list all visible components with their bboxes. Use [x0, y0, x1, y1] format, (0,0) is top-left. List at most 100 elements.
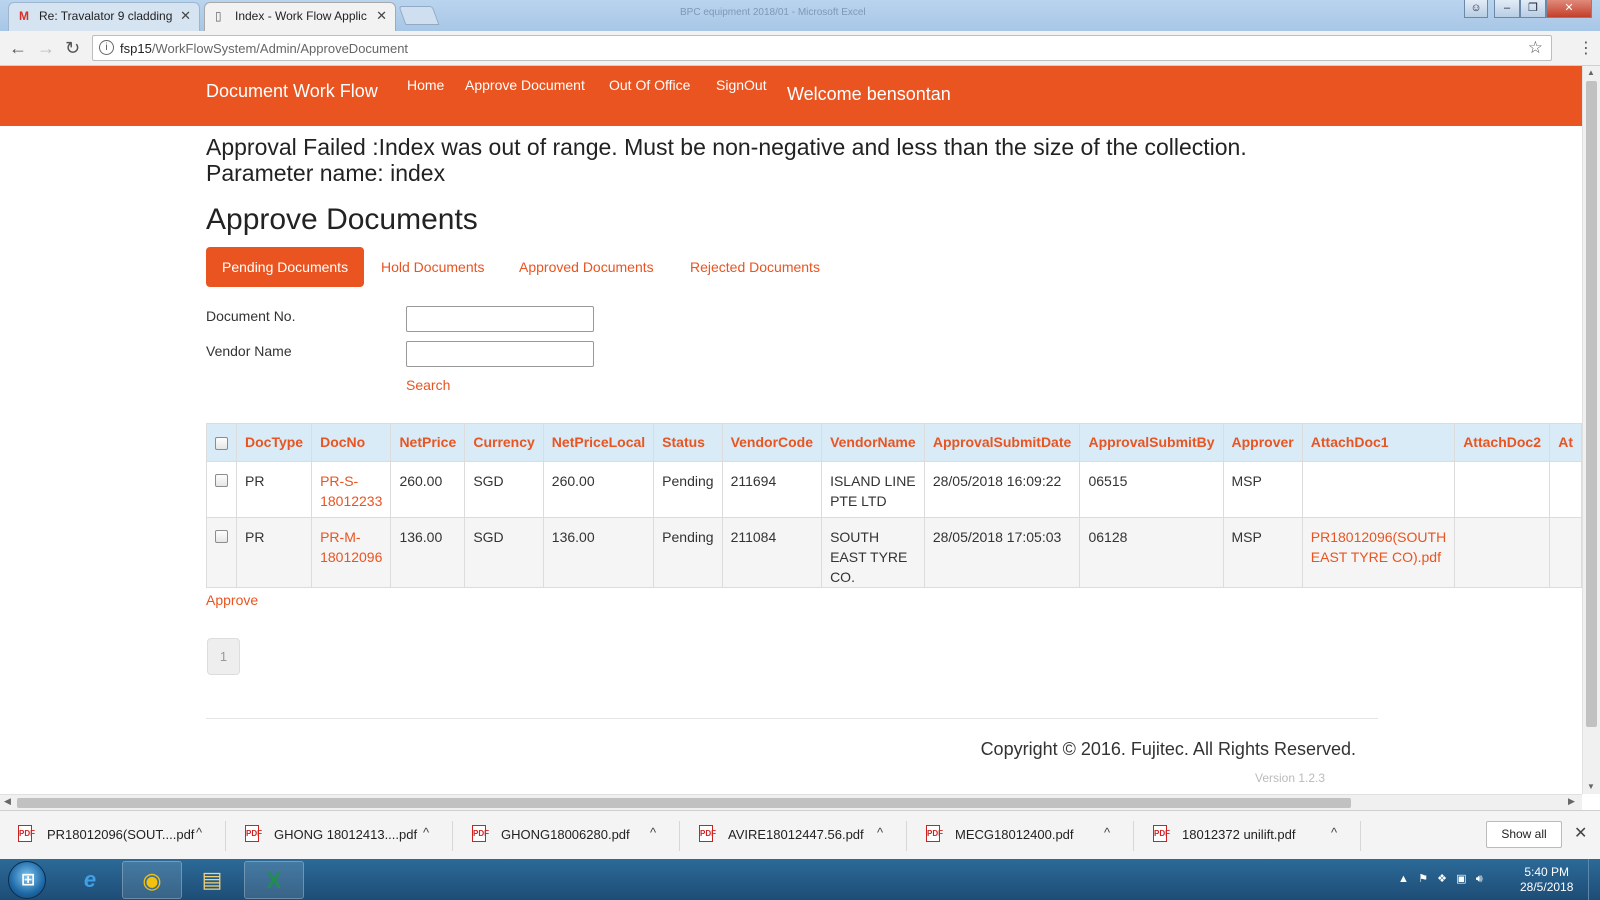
select-all-checkbox[interactable]: [215, 437, 228, 450]
vertical-scrollbar[interactable]: ▲ ▼: [1582, 66, 1600, 794]
scroll-right-icon[interactable]: ▶: [1568, 796, 1575, 807]
row-checkbox-cell: [206, 517, 237, 588]
cell-attachdoc2-link[interactable]: [1454, 517, 1551, 588]
header-docno[interactable]: DocNo: [311, 423, 392, 462]
minimize-button[interactable]: –: [1494, 0, 1520, 18]
header-attachdoc1[interactable]: AttachDoc1: [1301, 423, 1456, 462]
excel-icon[interactable]: X: [244, 861, 304, 899]
cell-vendorcode: 211694: [721, 461, 823, 518]
forward-icon[interactable]: →: [37, 38, 55, 58]
show-all-downloads-button[interactable]: Show all: [1486, 821, 1562, 848]
info-icon[interactable]: i: [99, 40, 114, 55]
header-vendorname[interactable]: VendorName: [821, 423, 925, 462]
close-icon[interactable]: ✕: [376, 8, 387, 24]
header-status[interactable]: Status: [653, 423, 723, 462]
download-shelf: PDF PR18012096(SOUT....pdf ^ PDF GHONG 1…: [0, 810, 1600, 859]
horizontal-scroll-thumb[interactable]: [17, 798, 1351, 808]
download-filename: GHONG 18012413....pdf: [274, 827, 418, 842]
tab-hold-documents[interactable]: Hold Documents: [365, 247, 501, 287]
browser-tab-workflow[interactable]: ▯ Index - Work Flow Applic ✕: [204, 2, 396, 31]
file-explorer-icon[interactable]: ▤: [182, 861, 242, 899]
vendor-name-input[interactable]: [406, 341, 594, 367]
user-icon[interactable]: ☺: [1464, 0, 1488, 18]
header-approvalsubmitdate[interactable]: ApprovalSubmitDate: [923, 423, 1081, 462]
download-filename: MECG18012400.pdf: [955, 827, 1074, 842]
nav-home[interactable]: Home: [407, 77, 444, 93]
cell-attachdoc2-link[interactable]: [1454, 461, 1551, 518]
chevron-up-icon[interactable]: ^: [877, 825, 883, 840]
pagination-page-1[interactable]: 1: [207, 638, 240, 675]
row-checkbox[interactable]: [215, 530, 228, 543]
header-netprice[interactable]: NetPrice: [390, 423, 466, 462]
chevron-up-icon[interactable]: ^: [423, 825, 429, 840]
flag-icon[interactable]: ⚑: [1418, 873, 1428, 885]
cell-docno-link[interactable]: PR-S-18012233: [311, 461, 392, 518]
scroll-down-icon[interactable]: ▼: [1587, 782, 1595, 791]
chevron-up-icon[interactable]: ^: [650, 825, 656, 840]
close-icon[interactable]: ✕: [180, 8, 191, 24]
tab-approved-documents[interactable]: Approved Documents: [503, 247, 670, 287]
internet-explorer-icon[interactable]: e: [60, 861, 120, 899]
chrome-icon[interactable]: ◉: [122, 861, 182, 899]
download-item[interactable]: PDF 18012372 unilift.pdf ^: [1135, 821, 1361, 851]
download-item[interactable]: PDF MECG18012400.pdf ^: [908, 821, 1134, 851]
header-vendorcode[interactable]: VendorCode: [721, 423, 823, 462]
new-tab-button[interactable]: [398, 6, 440, 25]
reload-icon[interactable]: ↻: [65, 38, 80, 58]
table-header-row: DocType DocNo NetPrice Currency NetPrice…: [206, 423, 1582, 462]
address-bar[interactable]: i fsp15/WorkFlowSystem/Admin/ApproveDocu…: [92, 35, 1552, 61]
nav-signout[interactable]: SignOut: [716, 77, 767, 93]
browser-toolbar: ← → ↻ i fsp15/WorkFlowSystem/Admin/Appro…: [0, 31, 1600, 66]
show-hidden-icons-icon[interactable]: ▲: [1398, 873, 1409, 885]
doc-no-input[interactable]: [406, 306, 594, 332]
download-item[interactable]: PDF AVIRE18012447.56.pdf ^: [681, 821, 907, 851]
cell-approver: MSP: [1222, 517, 1303, 588]
close-window-button[interactable]: ✕: [1546, 0, 1592, 18]
brand-link[interactable]: Document Work Flow: [206, 81, 378, 102]
header-approvalsubmitby[interactable]: ApprovalSubmitBy: [1079, 423, 1224, 462]
nav-out-of-office[interactable]: Out Of Office: [609, 77, 690, 93]
header-approver[interactable]: Approver: [1222, 423, 1303, 462]
cell-netpricelocal: 260.00: [542, 461, 655, 518]
cell-attachdoc1-link[interactable]: [1301, 461, 1456, 518]
close-icon[interactable]: ✕: [1574, 823, 1587, 843]
chevron-up-icon[interactable]: ^: [196, 825, 202, 840]
row-checkbox[interactable]: [215, 474, 228, 487]
download-item[interactable]: PDF PR18012096(SOUT....pdf ^: [0, 821, 226, 851]
background-window-title: BPC equipment 2018/01 - Microsoft Excel: [680, 7, 866, 18]
dropbox-icon[interactable]: ❖: [1437, 873, 1447, 885]
doc-no-label: Document No.: [206, 308, 296, 324]
system-clock[interactable]: 5:40 PM 28/5/2018: [1520, 865, 1573, 895]
header-doctype[interactable]: DocType: [235, 423, 313, 462]
restore-button[interactable]: ❐: [1520, 0, 1546, 18]
browser-tab-gmail[interactable]: M Re: Travalator 9 cladding ✕: [8, 2, 200, 31]
error-message: Approval Failed :Index was out of range.…: [206, 134, 1406, 186]
show-desktop-button[interactable]: [1588, 859, 1600, 900]
network-icon[interactable]: ▣: [1456, 873, 1466, 885]
horizontal-scrollbar[interactable]: ◀ ▶: [0, 794, 1582, 810]
tab-rejected-documents[interactable]: Rejected Documents: [674, 247, 836, 287]
cell-docno-link[interactable]: PR-M-18012096: [311, 517, 392, 588]
chevron-up-icon[interactable]: ^: [1104, 825, 1110, 840]
cell-attachdoc1-link[interactable]: PR18012096(SOUTH EAST TYRE CO).pdf: [1301, 517, 1456, 588]
bookmark-star-icon[interactable]: ☆: [1528, 38, 1543, 58]
tab-pending-documents[interactable]: Pending Documents: [206, 247, 364, 287]
start-button[interactable]: ⊞: [8, 861, 46, 899]
header-attachdoc2[interactable]: AttachDoc2: [1454, 423, 1551, 462]
nav-approve-document[interactable]: Approve Document: [465, 77, 585, 93]
download-item[interactable]: PDF GHONG18006280.pdf ^: [454, 821, 680, 851]
chevron-up-icon[interactable]: ^: [1331, 825, 1337, 840]
search-link[interactable]: Search: [406, 377, 450, 393]
back-icon[interactable]: ←: [9, 38, 27, 58]
scroll-up-icon[interactable]: ▲: [1587, 68, 1595, 77]
menu-icon[interactable]: ⋮: [1578, 38, 1594, 58]
approve-link[interactable]: Approve: [206, 592, 258, 608]
header-attachdoc3[interactable]: At: [1549, 423, 1582, 462]
header-netpricelocal[interactable]: NetPriceLocal: [542, 423, 655, 462]
header-currency[interactable]: Currency: [464, 423, 544, 462]
scroll-left-icon[interactable]: ◀: [4, 796, 11, 807]
download-item[interactable]: PDF GHONG 18012413....pdf ^: [227, 821, 453, 851]
volume-icon[interactable]: 🔊︎: [1476, 873, 1483, 885]
page-viewport: Document Work Flow Home Approve Document…: [0, 66, 1582, 794]
vertical-scroll-thumb[interactable]: [1586, 81, 1597, 727]
